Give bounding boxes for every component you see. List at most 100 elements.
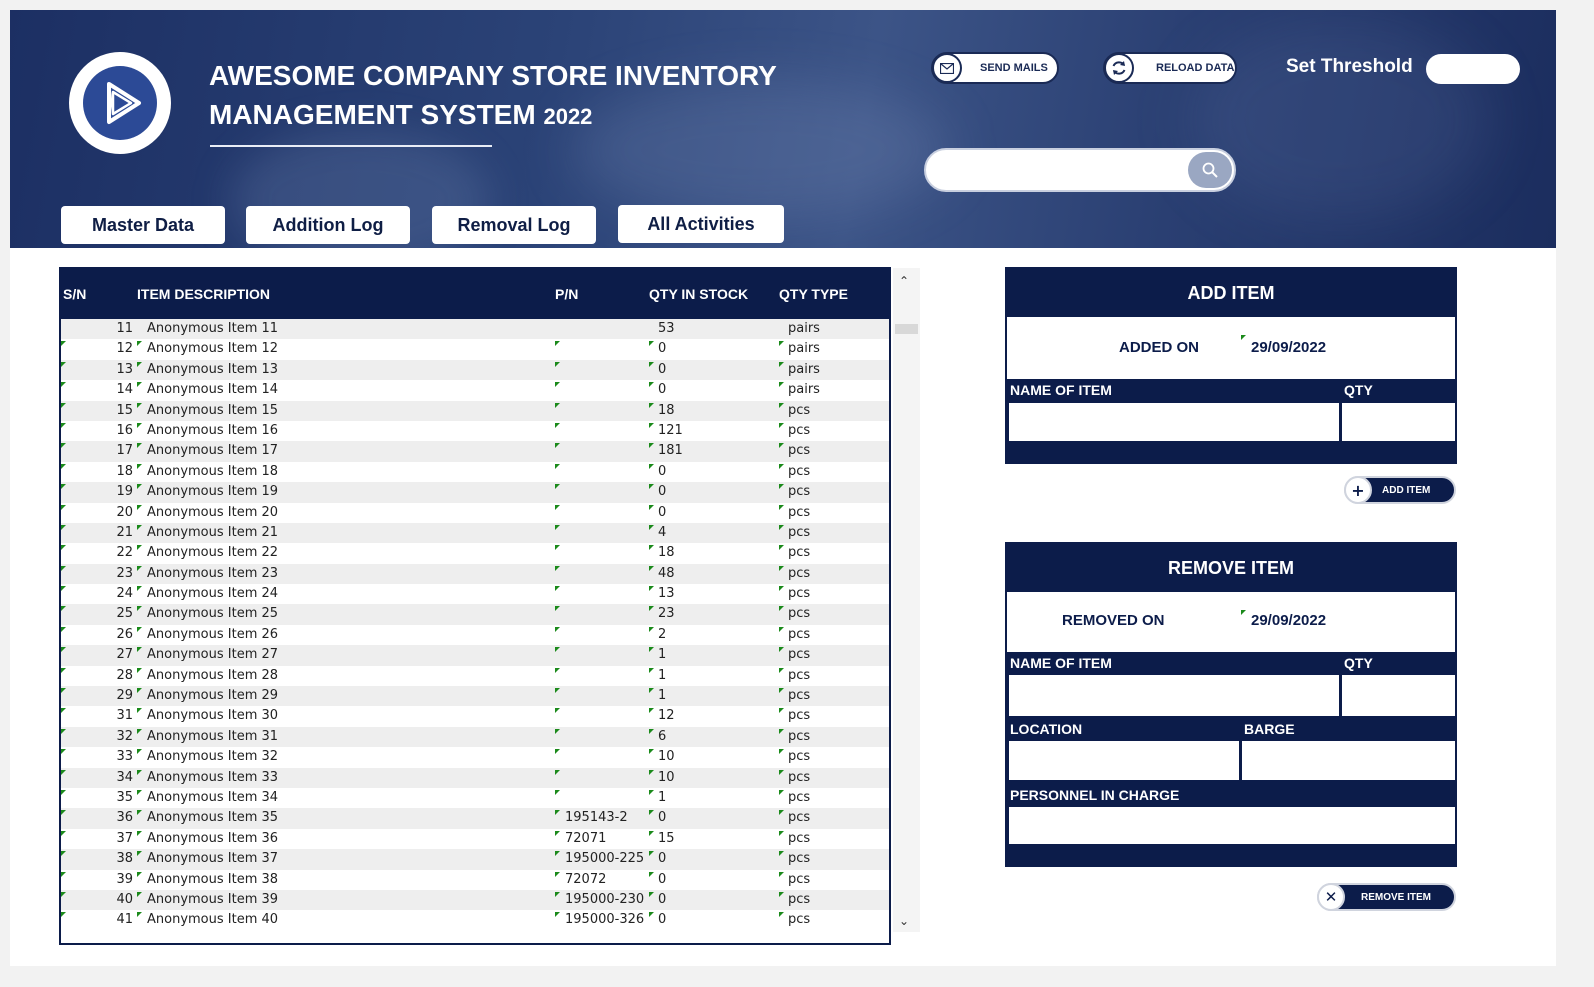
cell-item-description[interactable]: Anonymous Item 30: [147, 708, 278, 723]
cell-qty-in-stock[interactable]: 1: [658, 668, 666, 683]
table-row[interactable]: 22 Anonymous Item 22 18 pcs: [61, 543, 889, 563]
cell-qty-type[interactable]: pairs: [788, 382, 820, 397]
cell-sn[interactable]: 29: [101, 688, 133, 703]
cell-qty-in-stock[interactable]: 13: [658, 586, 675, 601]
cell-item-description[interactable]: Anonymous Item 22: [147, 545, 278, 560]
cell-sn[interactable]: 11: [101, 321, 133, 336]
cell-sn[interactable]: 20: [101, 505, 133, 520]
cell-item-description[interactable]: Anonymous Item 27: [147, 647, 278, 662]
table-row[interactable]: 14 Anonymous Item 14 0 pairs: [61, 380, 889, 400]
tab-addition-log[interactable]: Addition Log: [246, 206, 410, 244]
table-row[interactable]: 11 Anonymous Item 11 53 pairs: [61, 319, 889, 340]
cell-qty-type[interactable]: pcs: [788, 443, 810, 458]
location-field[interactable]: [1009, 741, 1239, 780]
table-row[interactable]: 27 Anonymous Item 27 1 pcs: [61, 645, 889, 666]
cell-qty-type[interactable]: pcs: [788, 708, 810, 723]
table-row[interactable]: 41 Anonymous Item 40 195000-326 0 pcs: [61, 910, 889, 930]
cell-qty-in-stock[interactable]: 0: [658, 892, 666, 907]
cell-sn[interactable]: 23: [101, 566, 133, 581]
add-name-field[interactable]: [1009, 403, 1339, 441]
table-row[interactable]: 39 Anonymous Item 38 72072 0 pcs: [61, 870, 889, 890]
cell-item-description[interactable]: Anonymous Item 25: [147, 606, 278, 621]
reload-data-button[interactable]: RELOAD DATA: [1103, 52, 1237, 84]
cell-qty-in-stock[interactable]: 2: [658, 627, 666, 642]
threshold-input[interactable]: [1426, 54, 1520, 84]
cell-sn[interactable]: 13: [101, 362, 133, 377]
cell-sn[interactable]: 14: [101, 382, 133, 397]
cell-sn[interactable]: 16: [101, 423, 133, 438]
cell-item-description[interactable]: Anonymous Item 23: [147, 566, 278, 581]
cell-qty-in-stock[interactable]: 4: [658, 525, 666, 540]
cell-sn[interactable]: 36: [101, 810, 133, 825]
cell-sn[interactable]: 35: [101, 790, 133, 805]
cell-pn[interactable]: 195000-230: [565, 892, 644, 907]
cell-qty-type[interactable]: pcs: [788, 403, 810, 418]
table-scrollbar[interactable]: ⌃ ⌄: [893, 268, 920, 932]
table-row[interactable]: 37 Anonymous Item 36 72071 15 pcs: [61, 829, 889, 849]
cell-qty-type[interactable]: pcs: [788, 912, 810, 927]
cell-item-description[interactable]: Anonymous Item 40: [147, 912, 278, 927]
cell-qty-type[interactable]: pcs: [788, 647, 810, 662]
cell-sn[interactable]: 40: [101, 892, 133, 907]
scroll-up-icon[interactable]: ⌃: [899, 274, 909, 288]
table-row[interactable]: 40 Anonymous Item 39 195000-230 0 pcs: [61, 889, 889, 911]
cell-qty-type[interactable]: pcs: [788, 668, 810, 683]
cell-item-description[interactable]: Anonymous Item 12: [147, 341, 278, 356]
add-qty-field[interactable]: [1342, 403, 1455, 441]
cell-qty-type[interactable]: pcs: [788, 464, 810, 479]
cell-qty-type[interactable]: pcs: [788, 872, 810, 887]
cell-qty-type[interactable]: pairs: [788, 321, 820, 336]
cell-qty-type[interactable]: pcs: [788, 545, 810, 560]
barge-field[interactable]: [1242, 741, 1455, 780]
cell-sn[interactable]: 19: [101, 484, 133, 499]
table-row[interactable]: 17 Anonymous Item 17 181 pcs: [61, 441, 889, 462]
table-row[interactable]: 16 Anonymous Item 16 121 pcs: [61, 421, 889, 441]
cell-sn[interactable]: 38: [101, 851, 133, 866]
cell-qty-type[interactable]: pcs: [788, 606, 810, 621]
cell-item-description[interactable]: Anonymous Item 35: [147, 810, 278, 825]
cell-qty-in-stock[interactable]: 12: [658, 708, 675, 723]
cell-qty-in-stock[interactable]: 53: [658, 321, 675, 336]
table-row[interactable]: 36 Anonymous Item 35 195143-2 0 pcs: [61, 808, 889, 829]
cell-qty-in-stock[interactable]: 1: [658, 688, 666, 703]
cell-sn[interactable]: 18: [101, 464, 133, 479]
table-row[interactable]: 38 Anonymous Item 37 195000-225 0 pcs: [61, 849, 889, 870]
cell-item-description[interactable]: Anonymous Item 17: [147, 443, 278, 458]
table-row[interactable]: 33 Anonymous Item 32 10 pcs: [61, 747, 889, 767]
cell-pn[interactable]: 195000-326: [565, 912, 644, 927]
cell-qty-in-stock[interactable]: 0: [658, 341, 666, 356]
added-on-date[interactable]: 29/09/2022: [1251, 339, 1326, 356]
cell-sn[interactable]: 26: [101, 627, 133, 642]
scroll-down-icon[interactable]: ⌄: [899, 914, 909, 928]
cell-item-description[interactable]: Anonymous Item 32: [147, 749, 278, 764]
cell-item-description[interactable]: Anonymous Item 37: [147, 851, 278, 866]
cell-item-description[interactable]: Anonymous Item 31: [147, 729, 278, 744]
cell-item-description[interactable]: Anonymous Item 16: [147, 423, 278, 438]
table-row[interactable]: 25 Anonymous Item 25 23 pcs: [61, 604, 889, 625]
cell-qty-in-stock[interactable]: 1: [658, 647, 666, 662]
cell-sn[interactable]: 28: [101, 668, 133, 683]
cell-pn[interactable]: 72072: [565, 872, 606, 887]
table-row[interactable]: 29 Anonymous Item 29 1 pcs: [61, 686, 889, 707]
cell-qty-type[interactable]: pcs: [788, 851, 810, 866]
table-row[interactable]: 35 Anonymous Item 34 1 pcs: [61, 788, 889, 808]
cell-sn[interactable]: 12: [101, 341, 133, 356]
cell-item-description[interactable]: Anonymous Item 26: [147, 627, 278, 642]
cell-qty-in-stock[interactable]: 0: [658, 505, 666, 520]
cell-qty-in-stock[interactable]: 18: [658, 403, 675, 418]
cell-sn[interactable]: 27: [101, 647, 133, 662]
table-row[interactable]: 23 Anonymous Item 23 48 pcs: [61, 563, 889, 585]
cell-qty-type[interactable]: pcs: [788, 729, 810, 744]
cell-qty-in-stock[interactable]: 0: [658, 810, 666, 825]
cell-qty-type[interactable]: pairs: [788, 341, 820, 356]
cell-item-description[interactable]: Anonymous Item 18: [147, 464, 278, 479]
cell-item-description[interactable]: Anonymous Item 29: [147, 688, 278, 703]
cell-qty-type[interactable]: pcs: [788, 484, 810, 499]
remove-item-button[interactable]: ✕ REMOVE ITEM: [1317, 883, 1456, 911]
cell-qty-type[interactable]: pcs: [788, 423, 810, 438]
cell-qty-in-stock[interactable]: 0: [658, 851, 666, 866]
cell-item-description[interactable]: Anonymous Item 21: [147, 525, 278, 540]
cell-sn[interactable]: 22: [101, 545, 133, 560]
cell-qty-in-stock[interactable]: 10: [658, 749, 675, 764]
cell-sn[interactable]: 34: [101, 770, 133, 785]
